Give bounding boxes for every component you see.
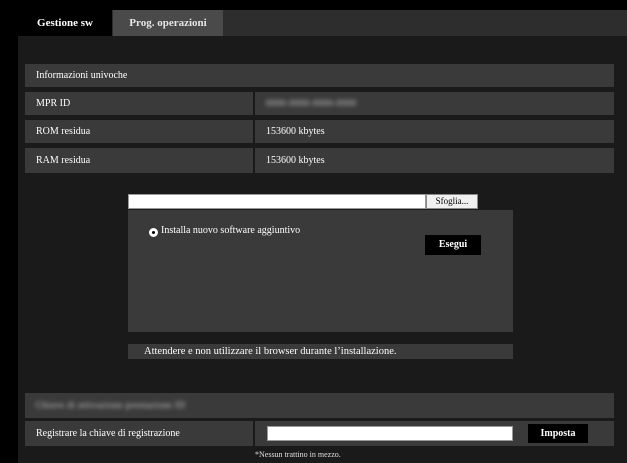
key-label: Registrare la chiave di registrazione <box>25 421 253 446</box>
ram-residua-value: 153600 kbytes <box>255 148 614 173</box>
file-path-input[interactable] <box>128 194 426 209</box>
install-radio-label: Installa nuovo software aggiuntivo <box>161 225 301 236</box>
key-section-header-text: Chiave di attivazione prestazione ID <box>36 400 186 410</box>
mpr-id-value-text: 0000-0000-0000-0000 <box>266 98 357 108</box>
key-note: *Nessun trattino in mezzo. <box>255 450 341 459</box>
install-warning: Attendere e non utilizzare il browser du… <box>128 344 513 359</box>
mpr-id-label: MPR ID <box>25 92 253 115</box>
tab-gestione-sw[interactable]: Gestione sw <box>18 10 112 36</box>
rom-residua-label: ROM residua <box>25 120 253 143</box>
set-button[interactable]: Imposta <box>528 424 588 443</box>
key-section-header: Chiave di attivazione prestazione ID <box>25 393 614 418</box>
info-section-header: Informazioni univoche <box>25 64 614 87</box>
tab-prog-operazioni[interactable]: Prog. operazioni <box>113 10 223 36</box>
browse-button[interactable]: Sfoglia... <box>426 194 478 209</box>
registration-key-input[interactable] <box>267 426 513 441</box>
execute-button[interactable]: Esegui <box>425 235 481 255</box>
ram-residua-label: RAM residua <box>25 148 253 173</box>
install-radio[interactable] <box>149 228 158 237</box>
mpr-id-value: 0000-0000-0000-0000 <box>255 92 614 115</box>
rom-residua-value: 153600 kbytes <box>255 120 614 143</box>
